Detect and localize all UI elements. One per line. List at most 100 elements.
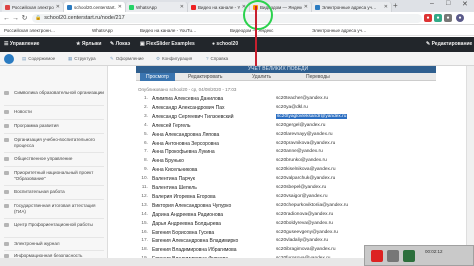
sidebar-item[interactable]: Программа развития <box>4 123 106 129</box>
tab-view[interactable]: Просмотр <box>140 73 175 81</box>
profile-avatar[interactable]: ● <box>456 14 464 22</box>
page-scrollbar[interactable] <box>466 66 474 246</box>
sidebar-item[interactable]: Центр Профориентационной работы <box>4 222 106 228</box>
admin-item-manage[interactable]: ☰ Управление <box>4 41 39 47</box>
tab-delete[interactable]: Удалить <box>252 74 271 80</box>
teacher-name: Анна Кисельникова <box>152 167 198 174</box>
bookmark-item[interactable]: Российская электронн… <box>4 28 55 33</box>
sidebar-item[interactable]: Новости <box>4 109 106 115</box>
admin-item-shortcuts[interactable]: ★ Ярлыки <box>76 41 101 47</box>
admin-item-local[interactable]: ✎ Локаэ <box>110 41 130 47</box>
teacher-name: Евгения Александровна Владимирко <box>152 238 239 245</box>
sidebar-item[interactable]: Организация учебно-воспитательного проце… <box>4 137 106 148</box>
row-number: 2. <box>143 104 148 110</box>
teacher-email[interactable]: sc20chepurkoviktoriia@yandex.ru <box>276 203 348 208</box>
teacher-email[interactable]: sc20anne@yandex.ru <box>276 149 323 154</box>
stop-button[interactable] <box>403 250 415 262</box>
sidebar-item[interactable]: Электронный журнал <box>4 241 106 247</box>
sidebar-item[interactable]: Общественное управление <box>4 156 106 162</box>
tab-label: school20.centerstart.ru <box>74 4 116 10</box>
url-text: school20.centerstart.ru/node/217 <box>44 15 125 21</box>
extension-icon[interactable]: ● <box>434 14 442 22</box>
teacher-name: Евгения Владимировна Ибрагимова <box>152 247 237 254</box>
tab-edit[interactable]: Редактировать <box>188 74 223 80</box>
sidebar-item[interactable]: Приоритетный национальный проект "Образо… <box>4 170 106 181</box>
close-icon[interactable]: ✕ <box>56 4 60 10</box>
teacher-name: Валентина Шепель <box>152 185 197 191</box>
teacher-email[interactable]: sc20sbepel@yandex.ru <box>276 185 326 190</box>
bookmark-item[interactable]: Электронные адреса уч… <box>312 28 367 33</box>
browser-tab[interactable]: Видео на канале - YouTu… ✕ <box>188 2 250 12</box>
admin-item-flexslider[interactable]: ▣ FlexSlider Examples <box>140 41 195 47</box>
sidebar-item[interactable]: Воспитательная работа <box>4 189 106 195</box>
close-icon[interactable]: ✕ <box>180 4 184 10</box>
teacher-email[interactable]: sc20vladaliy@yandex.ru <box>276 238 328 243</box>
teacher-email[interactable]: sc20boldyreva@yandex.ru <box>276 221 333 226</box>
teacher-email[interactable]: sc20larevnayy@yandex.ru <box>276 132 333 137</box>
toolbar-item-content[interactable]: ▤ Содержимое <box>22 56 55 62</box>
back-icon[interactable]: ← <box>2 15 11 22</box>
bookmark-item[interactable]: Видео на канале - YouTu… <box>140 28 197 33</box>
teacher-email[interactable]: sc20valparchuk@yandex.ru <box>276 176 335 181</box>
browser-tab[interactable]: Российская электронн… ✕ <box>2 2 64 12</box>
tab-label: Видео на канале - YouTu… <box>198 4 240 10</box>
maximize-button[interactable]: □ <box>446 0 450 7</box>
sidebar-item-label: Приоритетный национальный проект "Образо… <box>14 170 94 181</box>
minimize-button[interactable]: – <box>430 0 434 7</box>
annotation-line <box>255 6 257 66</box>
admin-item-edit[interactable]: ✎ Редактирование <box>426 41 472 47</box>
browser-tab[interactable]: WhatsApp ✕ <box>126 2 188 12</box>
browser-tab[interactable]: Электронные адреса уч… ✕ <box>312 2 392 12</box>
extension-icon[interactable]: ● <box>424 14 432 22</box>
close-icon[interactable]: ✕ <box>118 4 122 10</box>
teacher-email[interactable]: sc20pravnikova@yandex.ru <box>276 141 335 146</box>
site-logo-icon[interactable] <box>4 54 14 64</box>
teacher-email[interactable]: sc20teacher@yandex.ru <box>276 96 328 101</box>
menu-item-icon <box>4 110 9 114</box>
pause-button[interactable] <box>387 250 399 262</box>
sidebar-item-label: Общественное управление <box>14 156 73 161</box>
admin-item-label: Локаэ <box>115 41 131 47</box>
teacher-email[interactable]: sc20brunko@yandex.ru <box>276 158 327 163</box>
help-icon: ? <box>206 56 209 61</box>
teacher-name: Алексей Гергель <box>152 122 191 129</box>
menu-item-icon <box>4 171 9 175</box>
structure-icon: ▦ <box>68 56 73 61</box>
menu-item-icon <box>4 204 9 208</box>
close-icon[interactable]: ✕ <box>304 4 308 10</box>
toolbar-item-config[interactable]: ⚙ Конфигурация <box>156 56 192 62</box>
toolbar-item-appearance[interactable]: ✎ Оформление <box>110 56 144 62</box>
new-tab-button[interactable]: + <box>393 1 398 10</box>
close-icon[interactable]: ✕ <box>384 4 388 10</box>
teacher-email[interactable]: sc20gergel@yandex.ru <box>276 123 325 128</box>
teacher-name: Дарина Андреевна Радионова <box>152 211 223 218</box>
teacher-email[interactable]: sc20ya@dkl.ru <box>276 105 308 110</box>
sidebar-item[interactable]: Государственная итоговая аттестация (ГИА… <box>4 203 106 214</box>
teacher-email[interactable]: sc20radionova@yandex.ru <box>276 212 333 217</box>
content-tabs: Просмотр Редактировать Удалить Переводы <box>136 73 436 81</box>
close-window-button[interactable]: ✕ <box>462 0 468 8</box>
toolbar-item-structure[interactable]: ▦ Структура <box>68 56 96 62</box>
admin-item-user[interactable]: ● school20 <box>212 41 238 47</box>
browser-tab-active[interactable]: school20.centerstart.ru ✕ <box>64 2 126 12</box>
admin-item-label: Ярлыки <box>81 41 102 47</box>
bookmark-item[interactable]: WhatsApp <box>92 28 113 33</box>
row-number: 9. <box>143 167 148 173</box>
teacher-email[interactable]: sc20vsaigor@yandex.ru <box>276 194 328 199</box>
record-button[interactable] <box>371 250 383 262</box>
sidebar-item-label: Организация учебно-воспитательного проце… <box>14 137 95 148</box>
sidebar-item-label: Символика образовательной организации <box>14 90 104 95</box>
teacher-email-selected[interactable]: sc20tyaglovleksandr@yandex.ru <box>276 113 348 119</box>
teacher-email[interactable]: sc20guseevgeny@yandex.ru <box>276 230 338 235</box>
taskbar <box>0 258 364 266</box>
url-input[interactable]: 🔒 school20.centerstart.ru/node/217 <box>32 13 422 23</box>
forward-icon[interactable]: → <box>11 15 20 22</box>
extension-icon[interactable]: ● <box>444 14 452 22</box>
toolbar-item-help[interactable]: ? Справка <box>206 56 228 61</box>
teacher-email[interactable]: sc20kiselnikova@yandex.ru <box>276 167 336 172</box>
teacher-email[interactable]: sc20ibragimova@yandex.ru <box>276 247 336 252</box>
tab-translations[interactable]: Переводы <box>306 74 330 80</box>
reload-icon[interactable]: ↻ <box>20 14 29 22</box>
row-number: 15. <box>141 220 148 226</box>
sidebar-item[interactable]: Символика образовательной организации <box>4 90 106 96</box>
